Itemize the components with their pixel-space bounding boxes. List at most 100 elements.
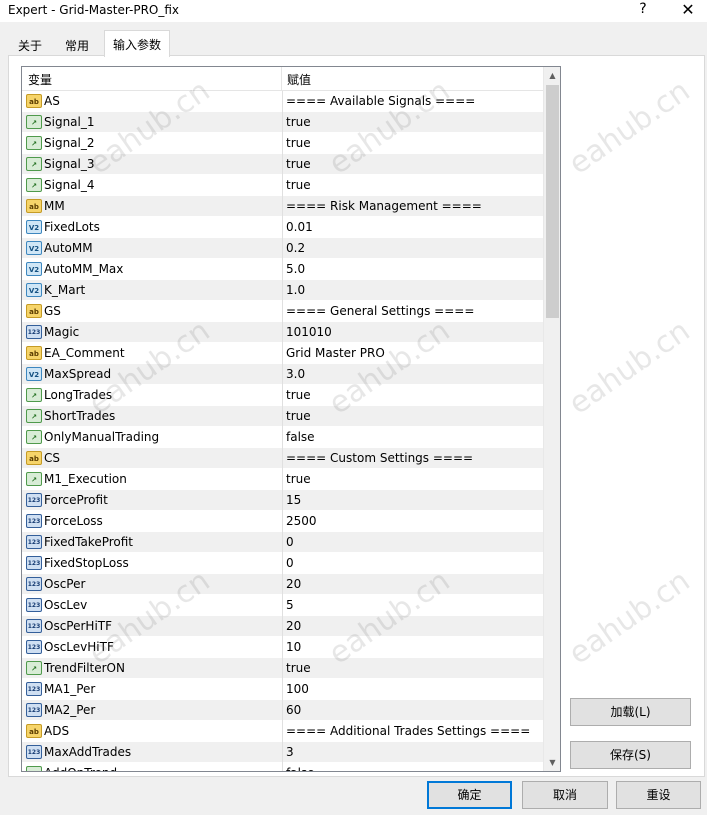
parameter-row[interactable]: 123 OscLevHiTF 10	[22, 637, 543, 658]
parameter-value[interactable]: 60	[282, 700, 543, 721]
parameter-value[interactable]: 5	[282, 595, 543, 616]
parameter-value[interactable]: 20	[282, 574, 543, 595]
tab-input-parameters[interactable]: 输入参数	[104, 30, 170, 57]
parameter-row[interactable]: 123 MaxAddTrades 3	[22, 742, 543, 763]
close-button[interactable]: ✕	[680, 0, 696, 19]
parameter-row[interactable]: 123 ForceLoss 2500	[22, 511, 543, 532]
parameter-value[interactable]: 100	[282, 679, 543, 700]
parameter-name-cell[interactable]: 123 OscLevHiTF	[22, 637, 281, 658]
tab-about[interactable]: 关于	[10, 34, 50, 56]
parameter-value[interactable]: ==== Available Signals ====	[282, 91, 543, 112]
parameter-value[interactable]: 3	[282, 742, 543, 763]
parameter-value[interactable]: 1.0	[282, 280, 543, 301]
parameter-row[interactable]: ab GS ==== General Settings ====	[22, 301, 543, 322]
parameter-name-cell[interactable]: V2 FixedLots	[22, 217, 281, 238]
parameter-row[interactable]: V2 MaxSpread 3.0	[22, 364, 543, 385]
parameter-value[interactable]: 3.0	[282, 364, 543, 385]
parameter-row[interactable]: ↗ Signal_3 true	[22, 154, 543, 175]
parameter-value[interactable]: true	[282, 154, 543, 175]
column-header-variable[interactable]: 变量	[28, 71, 52, 88]
parameter-value[interactable]: true	[282, 385, 543, 406]
parameter-name-cell[interactable]: 123 FixedStopLoss	[22, 553, 281, 574]
parameter-value[interactable]: Grid Master PRO	[282, 343, 543, 364]
save-button[interactable]: 保存(S)	[570, 741, 691, 769]
parameter-row[interactable]: 123 OscPerHiTF 20	[22, 616, 543, 637]
parameter-row[interactable]: ab ADS ==== Additional Trades Settings ===…	[22, 721, 543, 742]
parameter-name-cell[interactable]: 123 OscPer	[22, 574, 281, 595]
parameter-name-cell[interactable]: ↗ Signal_1	[22, 112, 281, 133]
parameter-name-cell[interactable]: ↗ Signal_4	[22, 175, 281, 196]
parameter-row[interactable]: V2 K_Mart 1.0	[22, 280, 543, 301]
parameter-row[interactable]: V2 AutoMM 0.2	[22, 238, 543, 259]
parameter-name-cell[interactable]: V2 AutoMM_Max	[22, 259, 281, 280]
parameter-row[interactable]: ↗AddOnTrendfalse	[22, 763, 543, 771]
parameter-row[interactable]: ab EA_Comment Grid Master PRO	[22, 343, 543, 364]
reset-button[interactable]: 重设	[616, 781, 701, 809]
parameter-name-cell[interactable]: V2 K_Mart	[22, 280, 281, 301]
parameter-row[interactable]: ab AS ==== Available Signals ====	[22, 91, 543, 112]
parameter-name-cell[interactable]: 123 Magic	[22, 322, 281, 343]
parameter-value[interactable]: 0	[282, 553, 543, 574]
parameter-value[interactable]: false	[282, 427, 543, 448]
parameter-name-cell[interactable]: ↗ LongTrades	[22, 385, 281, 406]
parameter-value[interactable]: true	[282, 175, 543, 196]
parameter-name-cell[interactable]: 123 MA2_Per	[22, 700, 281, 721]
parameter-row[interactable]: ↗ Signal_1 true	[22, 112, 543, 133]
column-header-value[interactable]: 赋值	[287, 71, 311, 88]
parameter-row[interactable]: V2 AutoMM_Max 5.0	[22, 259, 543, 280]
help-button[interactable]: ?	[636, 1, 650, 17]
parameter-name-cell[interactable]: ab AS	[22, 91, 281, 112]
scroll-thumb[interactable]	[546, 85, 559, 318]
parameter-row[interactable]: 123 FixedTakeProfit 0	[22, 532, 543, 553]
parameter-value[interactable]: 0.2	[282, 238, 543, 259]
parameter-value[interactable]: true	[282, 112, 543, 133]
parameter-value[interactable]: true	[282, 469, 543, 490]
parameter-value[interactable]: ==== Custom Settings ====	[282, 448, 543, 469]
parameter-value[interactable]: 5.0	[282, 259, 543, 280]
parameter-row[interactable]: ab MM ==== Risk Management ====	[22, 196, 543, 217]
parameter-value[interactable]: 10	[282, 637, 543, 658]
parameter-value[interactable]: 101010	[282, 322, 543, 343]
scroll-up-arrow[interactable]: ▲	[544, 67, 560, 84]
parameter-name-cell[interactable]: 123 ForceLoss	[22, 511, 281, 532]
parameter-name-cell[interactable]: 123 MA1_Per	[22, 679, 281, 700]
parameter-value[interactable]: 15	[282, 490, 543, 511]
parameter-row[interactable]: 123 MA2_Per 60	[22, 700, 543, 721]
parameter-row[interactable]: ↗ Signal_4 true	[22, 175, 543, 196]
parameter-name-cell[interactable]: ↗ OnlyManualTrading	[22, 427, 281, 448]
parameter-value[interactable]: ==== Additional Trades Settings ====	[282, 721, 543, 742]
parameter-row[interactable]: 123 Magic 101010	[22, 322, 543, 343]
parameter-row[interactable]: ab CS ==== Custom Settings ====	[22, 448, 543, 469]
column-separator[interactable]	[281, 67, 282, 91]
parameter-value[interactable]: ==== Risk Management ====	[282, 196, 543, 217]
parameter-name-cell[interactable]: ↗ Signal_2	[22, 133, 281, 154]
parameter-name-cell[interactable]: 123 MaxAddTrades	[22, 742, 281, 763]
vertical-scrollbar[interactable]: ▲ ▼	[543, 67, 560, 771]
parameter-name-cell[interactable]: ↗ ShortTrades	[22, 406, 281, 427]
ok-button[interactable]: 确定	[427, 781, 512, 809]
parameter-name-cell[interactable]: 123 ForceProfit	[22, 490, 281, 511]
parameter-value[interactable]: true	[282, 133, 543, 154]
parameter-row[interactable]: V2 FixedLots 0.01	[22, 217, 543, 238]
parameter-name-cell[interactable]: 123 FixedTakeProfit	[22, 532, 281, 553]
parameter-value[interactable]: false	[282, 763, 543, 771]
parameter-name-cell[interactable]: ab MM	[22, 196, 281, 217]
parameter-row[interactable]: 123 MA1_Per 100	[22, 679, 543, 700]
parameter-name-cell[interactable]: V2 AutoMM	[22, 238, 281, 259]
parameter-row[interactable]: ↗ ShortTrades true	[22, 406, 543, 427]
parameter-name-cell[interactable]: 123 OscLev	[22, 595, 281, 616]
parameter-name-cell[interactable]: ab GS	[22, 301, 281, 322]
parameter-row[interactable]: 123 FixedStopLoss 0	[22, 553, 543, 574]
parameter-value[interactable]: ==== General Settings ====	[282, 301, 543, 322]
parameter-row[interactable]: 123 OscPer 20	[22, 574, 543, 595]
parameter-value[interactable]: 20	[282, 616, 543, 637]
parameter-value[interactable]: 0.01	[282, 217, 543, 238]
parameter-value[interactable]: true	[282, 406, 543, 427]
parameter-name-cell[interactable]: ↗ M1_Execution	[22, 469, 281, 490]
parameter-name-cell[interactable]: ab CS	[22, 448, 281, 469]
parameter-row[interactable]: ↗ LongTrades true	[22, 385, 543, 406]
parameter-row[interactable]: ↗ OnlyManualTrading false	[22, 427, 543, 448]
parameter-row[interactable]: ↗ Signal_2 true	[22, 133, 543, 154]
parameter-value[interactable]: 2500	[282, 511, 543, 532]
cancel-button[interactable]: 取消	[522, 781, 608, 809]
